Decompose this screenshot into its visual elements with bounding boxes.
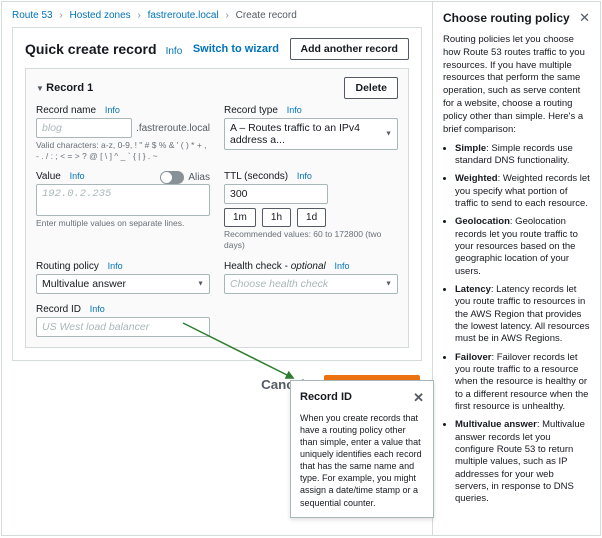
record-panel: Record 1 Delete Record name Info .fastre…: [25, 68, 409, 348]
health-check-select[interactable]: Choose health check: [224, 274, 398, 294]
list-item: Failover: Failover records let you route…: [455, 352, 590, 414]
help-panel: Choose routing policy ✕ Routing policies…: [432, 2, 600, 535]
domain-suffix: .fastreroute.local: [136, 123, 210, 134]
ttl-preset-button[interactable]: 1h: [262, 208, 291, 227]
breadcrumb-link[interactable]: Hosted zones: [70, 10, 131, 21]
info-link[interactable]: Info: [287, 105, 302, 115]
record-name-label: Record name: [36, 105, 96, 116]
chevron-right-icon: ›: [137, 10, 140, 21]
routing-policy-select[interactable]: Multivalue answer: [36, 274, 210, 294]
info-link[interactable]: Info: [90, 304, 105, 314]
list-item: Simple: Simple records use standard DNS …: [455, 143, 590, 168]
record-type-label: Record type: [224, 105, 278, 116]
breadcrumb-link[interactable]: Route 53: [12, 10, 53, 21]
record-type-select[interactable]: A – Routes traffic to an IPv4 address a.…: [224, 118, 398, 150]
routing-policy-label: Routing policy: [36, 261, 99, 272]
record-name-hint: Valid characters: a-z, 0-9, ! " # $ % & …: [36, 140, 210, 161]
list-item: Latency: Latency records let you route t…: [455, 284, 590, 346]
info-link[interactable]: Info: [297, 171, 312, 181]
list-item: Multivalue answer: Multivalue answer rec…: [455, 419, 590, 505]
record-toggle[interactable]: Record 1: [36, 82, 93, 94]
breadcrumb: Route 53 › Hosted zones › fastreroute.lo…: [12, 10, 422, 21]
close-icon[interactable]: ✕: [413, 389, 424, 407]
list-item: Weighted: Weighted records let you speci…: [455, 173, 590, 210]
info-link[interactable]: Info: [166, 46, 183, 57]
record-id-input[interactable]: [36, 317, 210, 337]
quick-create-card: Quick create record Info Switch to wizar…: [12, 27, 422, 361]
help-title: Choose routing policy: [443, 11, 570, 25]
info-link[interactable]: Info: [335, 261, 350, 271]
popover-title: Record ID: [300, 390, 352, 405]
switch-to-wizard-link[interactable]: Switch to wizard: [193, 43, 279, 55]
alias-label: Alias: [188, 172, 210, 183]
breadcrumb-link[interactable]: fastreroute.local: [148, 10, 219, 21]
delete-record-button[interactable]: Delete: [344, 77, 398, 99]
list-item: Geolocation: Geolocation records let you…: [455, 216, 590, 278]
value-textarea[interactable]: [36, 184, 210, 216]
info-link[interactable]: Info: [105, 105, 120, 115]
close-icon[interactable]: ✕: [579, 10, 590, 26]
ttl-hint: Recommended values: 60 to 172800 (two da…: [224, 229, 398, 250]
ttl-input[interactable]: [224, 184, 328, 204]
ttl-label: TTL (seconds): [224, 171, 288, 182]
page-title: Quick create record: [25, 41, 157, 57]
record-name-input[interactable]: [36, 118, 132, 138]
ttl-preset-button[interactable]: 1d: [297, 208, 326, 227]
info-link[interactable]: Info: [108, 261, 123, 271]
breadcrumb-current: Create record: [236, 10, 297, 21]
record-id-popover: Record ID ✕ When you create records that…: [290, 380, 434, 518]
alias-toggle[interactable]: [160, 171, 184, 184]
popover-body: When you create records that have a rout…: [300, 412, 424, 509]
value-label: Value: [36, 171, 61, 182]
help-list: Simple: Simple records use standard DNS …: [455, 143, 590, 506]
health-optional: optional: [291, 261, 326, 272]
record-id-label: Record ID: [36, 304, 81, 315]
health-check-label: Health check -: [224, 261, 291, 272]
ttl-preset-button[interactable]: 1m: [224, 208, 256, 227]
add-another-record-button[interactable]: Add another record: [290, 38, 409, 60]
info-link[interactable]: Info: [70, 171, 85, 181]
value-hint: Enter multiple values on separate lines.: [36, 218, 210, 229]
help-intro: Routing policies let you choose how Rout…: [443, 34, 590, 137]
chevron-right-icon: ›: [226, 10, 229, 21]
chevron-right-icon: ›: [59, 10, 62, 21]
